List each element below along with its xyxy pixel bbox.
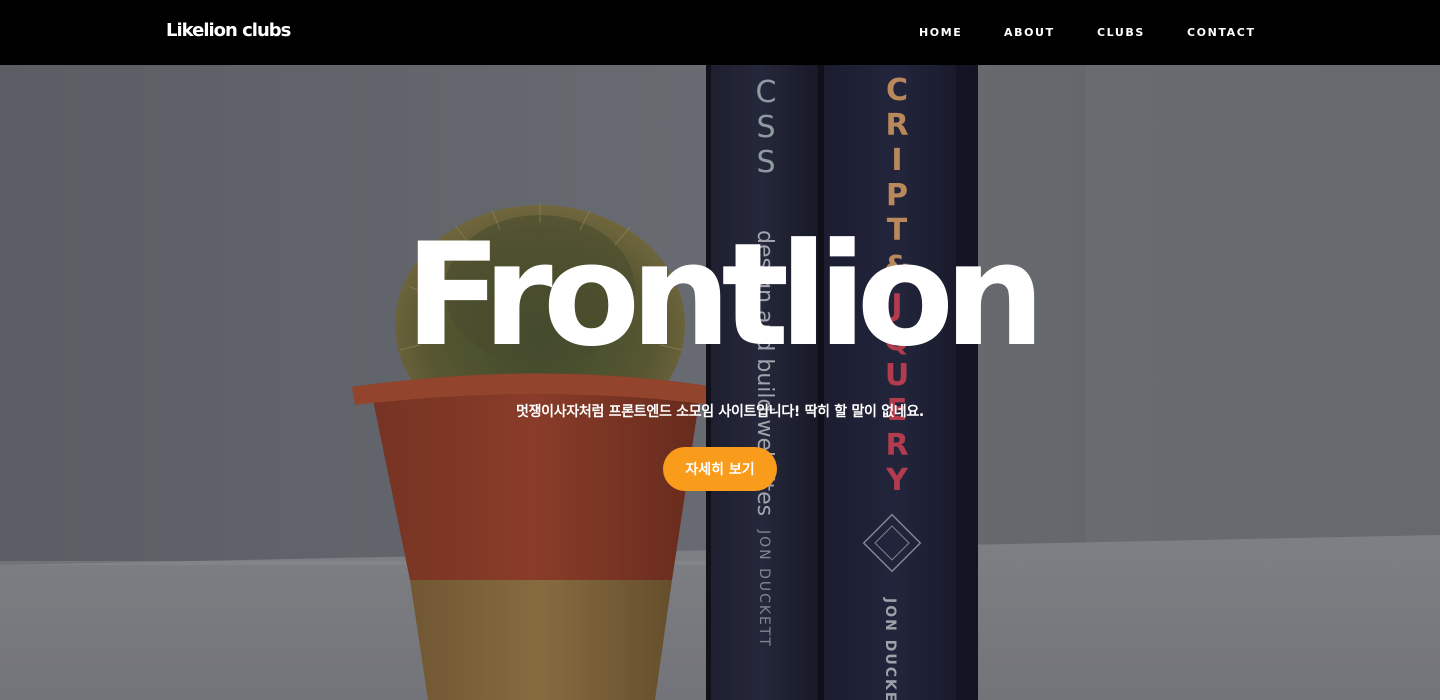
hero-title: Frontlion (404, 213, 1045, 378)
top-navbar: Likelion clubs HOME ABOUT CLUBS CONTACT (0, 0, 1440, 65)
nav-link-home[interactable]: HOME (919, 26, 962, 39)
view-details-button[interactable]: 자세히 보기 (663, 447, 777, 491)
nav-link-about[interactable]: ABOUT (1004, 26, 1055, 39)
nav-link-contact[interactable]: CONTACT (1187, 26, 1256, 39)
hero-subtitle: 멋쟁이사자처럼 프론트엔드 소모임 사이트입니다! 딱히 할 말이 없네요. (516, 404, 924, 420)
brand-logo[interactable]: Likelion clubs (166, 20, 291, 41)
hero-overlay (0, 65, 1440, 700)
hero-section: C S S design and build websites JON DUCK… (0, 65, 1440, 700)
nav-link-clubs[interactable]: CLUBS (1097, 26, 1145, 39)
